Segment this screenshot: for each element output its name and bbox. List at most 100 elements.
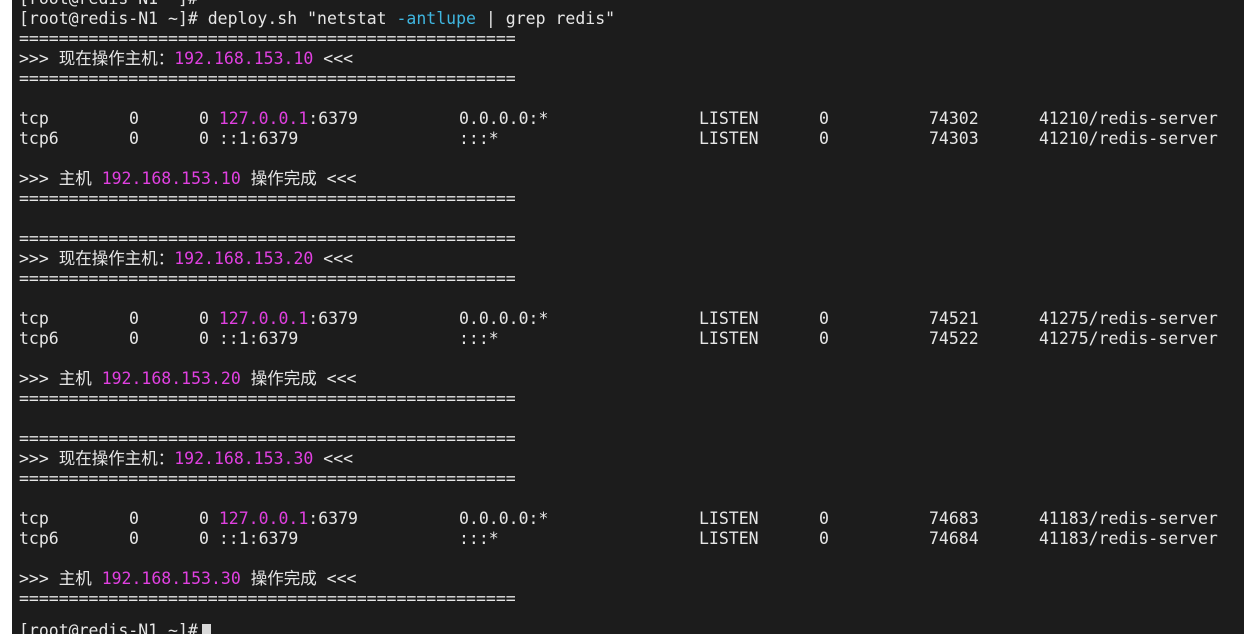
operating-host-line: >>> 现在操作主机：192.168.153.30 <<< xyxy=(19,449,353,469)
program: 41210/redis-server xyxy=(1039,129,1218,148)
separator-line: ========================================… xyxy=(19,29,516,49)
proto: tcp xyxy=(19,509,49,528)
foreign-address: :::* xyxy=(459,529,499,548)
separator-text: ========================================… xyxy=(19,389,516,408)
text-cursor xyxy=(201,624,211,634)
separator-line: ========================================… xyxy=(19,189,516,209)
inode: 74302 xyxy=(929,109,979,128)
inode: 74683 xyxy=(929,509,979,528)
previous-prompt-line: [root@redis-N1 ~]# xyxy=(19,0,198,9)
local-ip: 127.0.0.1 xyxy=(218,309,309,328)
command-text: deploy.sh "netstat xyxy=(197,9,397,28)
done-label: 操作完成 xyxy=(240,569,317,588)
host-ip: 192.168.153.30 xyxy=(174,449,314,468)
send-q-local-address: 0 127.0.0.1:6379 xyxy=(199,309,358,329)
host-ip: 192.168.153.30 xyxy=(101,569,241,588)
separator-text: ========================================… xyxy=(19,69,516,88)
arrow-in: >>> xyxy=(19,249,59,268)
local-port: :6379 xyxy=(308,309,358,328)
user: 0 xyxy=(819,309,829,328)
host-label: 主机 xyxy=(58,569,102,588)
local-ip: 127.0.0.1 xyxy=(218,109,309,128)
proto: tcp6 xyxy=(19,529,59,548)
command-line: [root@redis-N1 ~]# deploy.sh "netstat -a… xyxy=(19,9,615,29)
recv-q: 0 xyxy=(129,329,139,348)
prompt-text: [root@redis-N1 ~]# xyxy=(19,0,198,8)
arrow-out: <<< xyxy=(313,249,354,268)
state: LISTEN xyxy=(699,129,759,148)
host-label: 主机 xyxy=(58,169,102,188)
command-text-tail: | grep redis" xyxy=(475,9,616,28)
send-q-local-address: 0 127.0.0.1:6379 xyxy=(199,109,358,129)
state: LISTEN xyxy=(699,509,759,528)
local-port: :6379 xyxy=(308,509,358,528)
operating-host-line: >>> 现在操作主机：192.168.153.20 <<< xyxy=(19,249,353,269)
proto: tcp6 xyxy=(19,329,59,348)
foreign-address: :::* xyxy=(459,129,499,148)
prompt-text: [root@redis-N1 ~]# xyxy=(19,9,198,28)
host-done-line: >>> 主机 192.168.153.30 操作完成 <<< xyxy=(19,569,356,589)
arrow-out: <<< xyxy=(316,569,357,588)
separator-line: ========================================… xyxy=(19,269,516,289)
proto: tcp xyxy=(19,109,49,128)
send-q: 0 xyxy=(199,509,209,528)
user: 0 xyxy=(819,329,829,348)
send-q-local-address: 0 ::1:6379 xyxy=(199,129,298,149)
separator-text: ========================================… xyxy=(19,269,516,288)
host-ip: 192.168.153.20 xyxy=(174,249,314,268)
operating-host-line: >>> 现在操作主机：192.168.153.10 <<< xyxy=(19,49,353,69)
separator-text: ========================================… xyxy=(19,189,516,208)
proto: tcp6 xyxy=(19,129,59,148)
command-option: -antlupe xyxy=(396,9,476,28)
recv-q: 0 xyxy=(129,309,139,328)
user: 0 xyxy=(819,129,829,148)
operating-label: 现在操作主机： xyxy=(58,249,175,268)
separator-text: ========================================… xyxy=(19,429,516,448)
recv-q: 0 xyxy=(129,509,139,528)
host-ip: 192.168.153.10 xyxy=(174,49,314,68)
user: 0 xyxy=(819,529,829,548)
foreign-address: 0.0.0.0:* xyxy=(459,509,549,528)
prompt-text: [root@redis-N1 ~]# xyxy=(19,621,198,634)
separator-line: ========================================… xyxy=(19,469,516,489)
host-done-line: >>> 主机 192.168.153.10 操作完成 <<< xyxy=(19,169,356,189)
arrow-in: >>> xyxy=(19,449,59,468)
local-ip: 127.0.0.1 xyxy=(218,509,309,528)
current-prompt-line[interactable]: [root@redis-N1 ~]# xyxy=(19,621,211,634)
local-port: ::1:6379 xyxy=(218,329,299,348)
inode: 74684 xyxy=(929,529,979,548)
arrow-in: >>> xyxy=(19,569,59,588)
state: LISTEN xyxy=(699,529,759,548)
arrow-in: >>> xyxy=(19,369,59,388)
proto: tcp xyxy=(19,309,49,328)
terminal-window[interactable]: [root@redis-N1 ~]# [root@redis-N1 ~]# de… xyxy=(12,0,1244,634)
separator-line: ========================================… xyxy=(19,429,516,449)
user: 0 xyxy=(819,109,829,128)
send-q: 0 xyxy=(199,529,209,548)
state: LISTEN xyxy=(699,109,759,128)
foreign-address: 0.0.0.0:* xyxy=(459,309,549,328)
operating-label: 现在操作主机： xyxy=(58,449,175,468)
inode: 74521 xyxy=(929,309,979,328)
recv-q: 0 xyxy=(129,109,139,128)
inode: 74522 xyxy=(929,329,979,348)
separator-text: ========================================… xyxy=(19,229,516,248)
arrow-in: >>> xyxy=(19,169,59,188)
send-q: 0 xyxy=(199,129,209,148)
program: 41275/redis-server xyxy=(1039,329,1218,348)
send-q: 0 xyxy=(199,109,209,128)
separator-text: ========================================… xyxy=(19,589,516,608)
inode: 74303 xyxy=(929,129,979,148)
state: LISTEN xyxy=(699,329,759,348)
arrow-out: <<< xyxy=(313,49,354,68)
local-port: :6379 xyxy=(308,109,358,128)
program: 41210/redis-server xyxy=(1039,109,1218,128)
done-label: 操作完成 xyxy=(240,369,317,388)
foreign-address: :::* xyxy=(459,329,499,348)
recv-q: 0 xyxy=(129,529,139,548)
foreign-address: 0.0.0.0:* xyxy=(459,109,549,128)
send-q-local-address: 0 127.0.0.1:6379 xyxy=(199,509,358,529)
recv-q: 0 xyxy=(129,129,139,148)
separator-line: ========================================… xyxy=(19,389,516,409)
operating-label: 现在操作主机： xyxy=(58,49,175,68)
